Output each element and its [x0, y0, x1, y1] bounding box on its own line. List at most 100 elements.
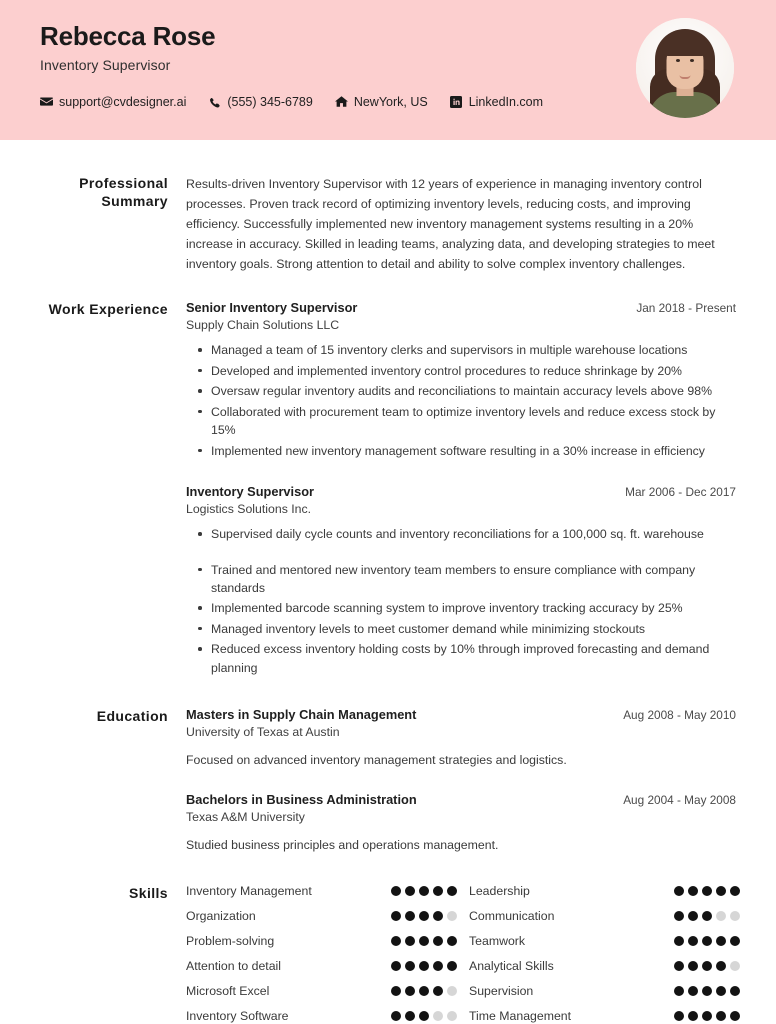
rating-dot-filled	[730, 1011, 740, 1022]
skill-label: Leadership	[469, 884, 530, 899]
rating-dot-filled	[702, 986, 712, 997]
rating-dot-filled	[688, 986, 698, 997]
rating-dot-filled	[405, 886, 415, 897]
skill-rating	[391, 986, 469, 997]
contact-linkedin[interactable]: LinkedIn.com	[450, 95, 543, 109]
rating-dot-filled	[688, 961, 698, 972]
job-role: Senior Inventory Supervisor	[186, 300, 358, 316]
education-degree: Masters in Supply Chain Management	[186, 707, 417, 723]
education-school: Texas A&M University	[186, 809, 305, 824]
job-bullet: Managed inventory levels to meet custome…	[198, 620, 736, 638]
job-bullet: Oversaw regular inventory audits and rec…	[198, 382, 736, 400]
rating-dot-empty	[730, 961, 740, 972]
rating-dot-filled	[391, 1011, 401, 1022]
skill-label: Organization	[186, 909, 256, 924]
rating-dot-filled	[433, 936, 443, 947]
skill-rating	[674, 1011, 752, 1022]
resume-body: Professional Summary Results-driven Inve…	[0, 174, 776, 1023]
rating-dot-filled	[391, 961, 401, 972]
job-company: Supply Chain Solutions LLC	[186, 318, 340, 333]
rating-dot-empty	[716, 911, 726, 922]
rating-dot-filled	[447, 886, 457, 897]
rating-dot-filled	[716, 961, 726, 972]
contact-phone-text: (555) 345-6789	[227, 94, 313, 109]
job-date: Jan 2018 - Present	[636, 301, 736, 316]
skill-label: Inventory Software	[186, 1009, 289, 1024]
education-date: Aug 2008 - May 2010	[623, 708, 736, 723]
rating-dot-filled	[674, 936, 684, 947]
header-job-title: Inventory Supervisor	[40, 56, 171, 73]
envelope-icon	[40, 95, 53, 108]
skill-rating	[674, 986, 752, 997]
job-bullet: Supervised daily cycle counts and invent…	[198, 525, 736, 543]
rating-dot-filled	[405, 936, 415, 947]
rating-dot-filled	[419, 1011, 429, 1022]
skill-rating	[674, 886, 752, 897]
section-work-experience: Work Experience Senior Inventory Supervi…	[40, 300, 736, 679]
education-degree: Bachelors in Business Administration	[186, 791, 417, 807]
contact-location[interactable]: NewYork, US	[334, 94, 428, 109]
contact-phone[interactable]: (555) 345-6789	[208, 94, 313, 109]
section-label-education: Education	[96, 708, 168, 725]
rating-dot-filled	[674, 961, 684, 972]
job-role: Inventory Supervisor	[186, 484, 315, 500]
rating-dot-filled	[716, 1011, 726, 1022]
skills-grid: Inventory Management Leadership Organiza…	[186, 884, 740, 1024]
rating-dot-empty	[447, 1011, 457, 1022]
rating-dot-filled	[702, 961, 712, 972]
contact-email[interactable]: support@cvdesigner.ai	[40, 95, 186, 109]
rating-dot-filled	[447, 961, 457, 972]
skill-rating	[391, 936, 469, 947]
skill-label: Problem-solving	[186, 934, 275, 949]
rating-dot-filled	[405, 1011, 415, 1022]
section-label-skills: Skills	[129, 885, 168, 902]
experience-item: Senior Inventory Supervisor Jan 2018 - P…	[186, 300, 736, 460]
rating-dot-filled	[419, 936, 429, 947]
rating-dot-filled	[391, 911, 401, 922]
rating-dot-filled	[391, 936, 401, 947]
skill-label: Time Management	[469, 1009, 572, 1024]
resume-header: Rebecca Rose Inventory Supervisor suppor…	[0, 0, 776, 140]
contact-bar: support@cvdesigner.ai (555) 345-6789 New…	[40, 95, 736, 109]
rating-dot-filled	[702, 1011, 712, 1022]
job-bullets: Managed a team of 15 inventory clerks an…	[186, 341, 736, 460]
skill-rating	[391, 886, 469, 897]
rating-dot-empty	[447, 986, 457, 997]
skill-rating	[674, 911, 752, 922]
rating-dot-filled	[433, 886, 443, 897]
skill-label: Inventory Management	[186, 884, 312, 899]
rating-dot-filled	[674, 886, 684, 897]
job-bullet: Developed and implemented inventory cont…	[198, 362, 736, 380]
contact-location-text: NewYork, US	[353, 94, 428, 109]
rating-dot-empty	[433, 1011, 443, 1022]
home-icon	[334, 95, 348, 108]
rating-dot-filled	[716, 936, 726, 947]
rating-dot-filled	[405, 961, 415, 972]
rating-dot-filled	[702, 886, 712, 897]
skill-label: Attention to detail	[186, 959, 282, 974]
rating-dot-filled	[674, 986, 684, 997]
education-description: Focused on advanced inventory management…	[186, 753, 567, 768]
page-title: Rebecca Rose	[40, 21, 216, 51]
job-bullet: Reduced excess inventory holding costs b…	[198, 640, 736, 677]
contact-email-text: support@cvdesigner.ai	[59, 94, 187, 109]
rating-dot-filled	[405, 986, 415, 997]
experience-item: Inventory Supervisor Mar 2006 - Dec 2017…	[186, 484, 736, 677]
rating-dot-filled	[730, 886, 740, 897]
rating-dot-filled	[716, 886, 726, 897]
section-education: Education Masters in Supply Chain Manage…	[40, 707, 736, 854]
rating-dot-filled	[702, 936, 712, 947]
rating-dot-filled	[419, 911, 429, 922]
rating-dot-filled	[730, 936, 740, 947]
rating-dot-filled	[405, 911, 415, 922]
skill-label: Analytical Skills	[469, 959, 554, 974]
education-school: University of Texas at Austin	[186, 725, 340, 740]
job-bullets: Supervised daily cycle counts and invent…	[186, 525, 736, 677]
rating-dot-filled	[688, 936, 698, 947]
education-description: Studied business principles and operatio…	[186, 837, 499, 852]
education-date: Aug 2004 - May 2008	[623, 792, 736, 807]
rating-dot-filled	[674, 911, 684, 922]
job-bullet: Implemented barcode scanning system to i…	[198, 599, 736, 617]
rating-dot-filled	[688, 1011, 698, 1022]
skill-label: Communication	[469, 909, 555, 924]
